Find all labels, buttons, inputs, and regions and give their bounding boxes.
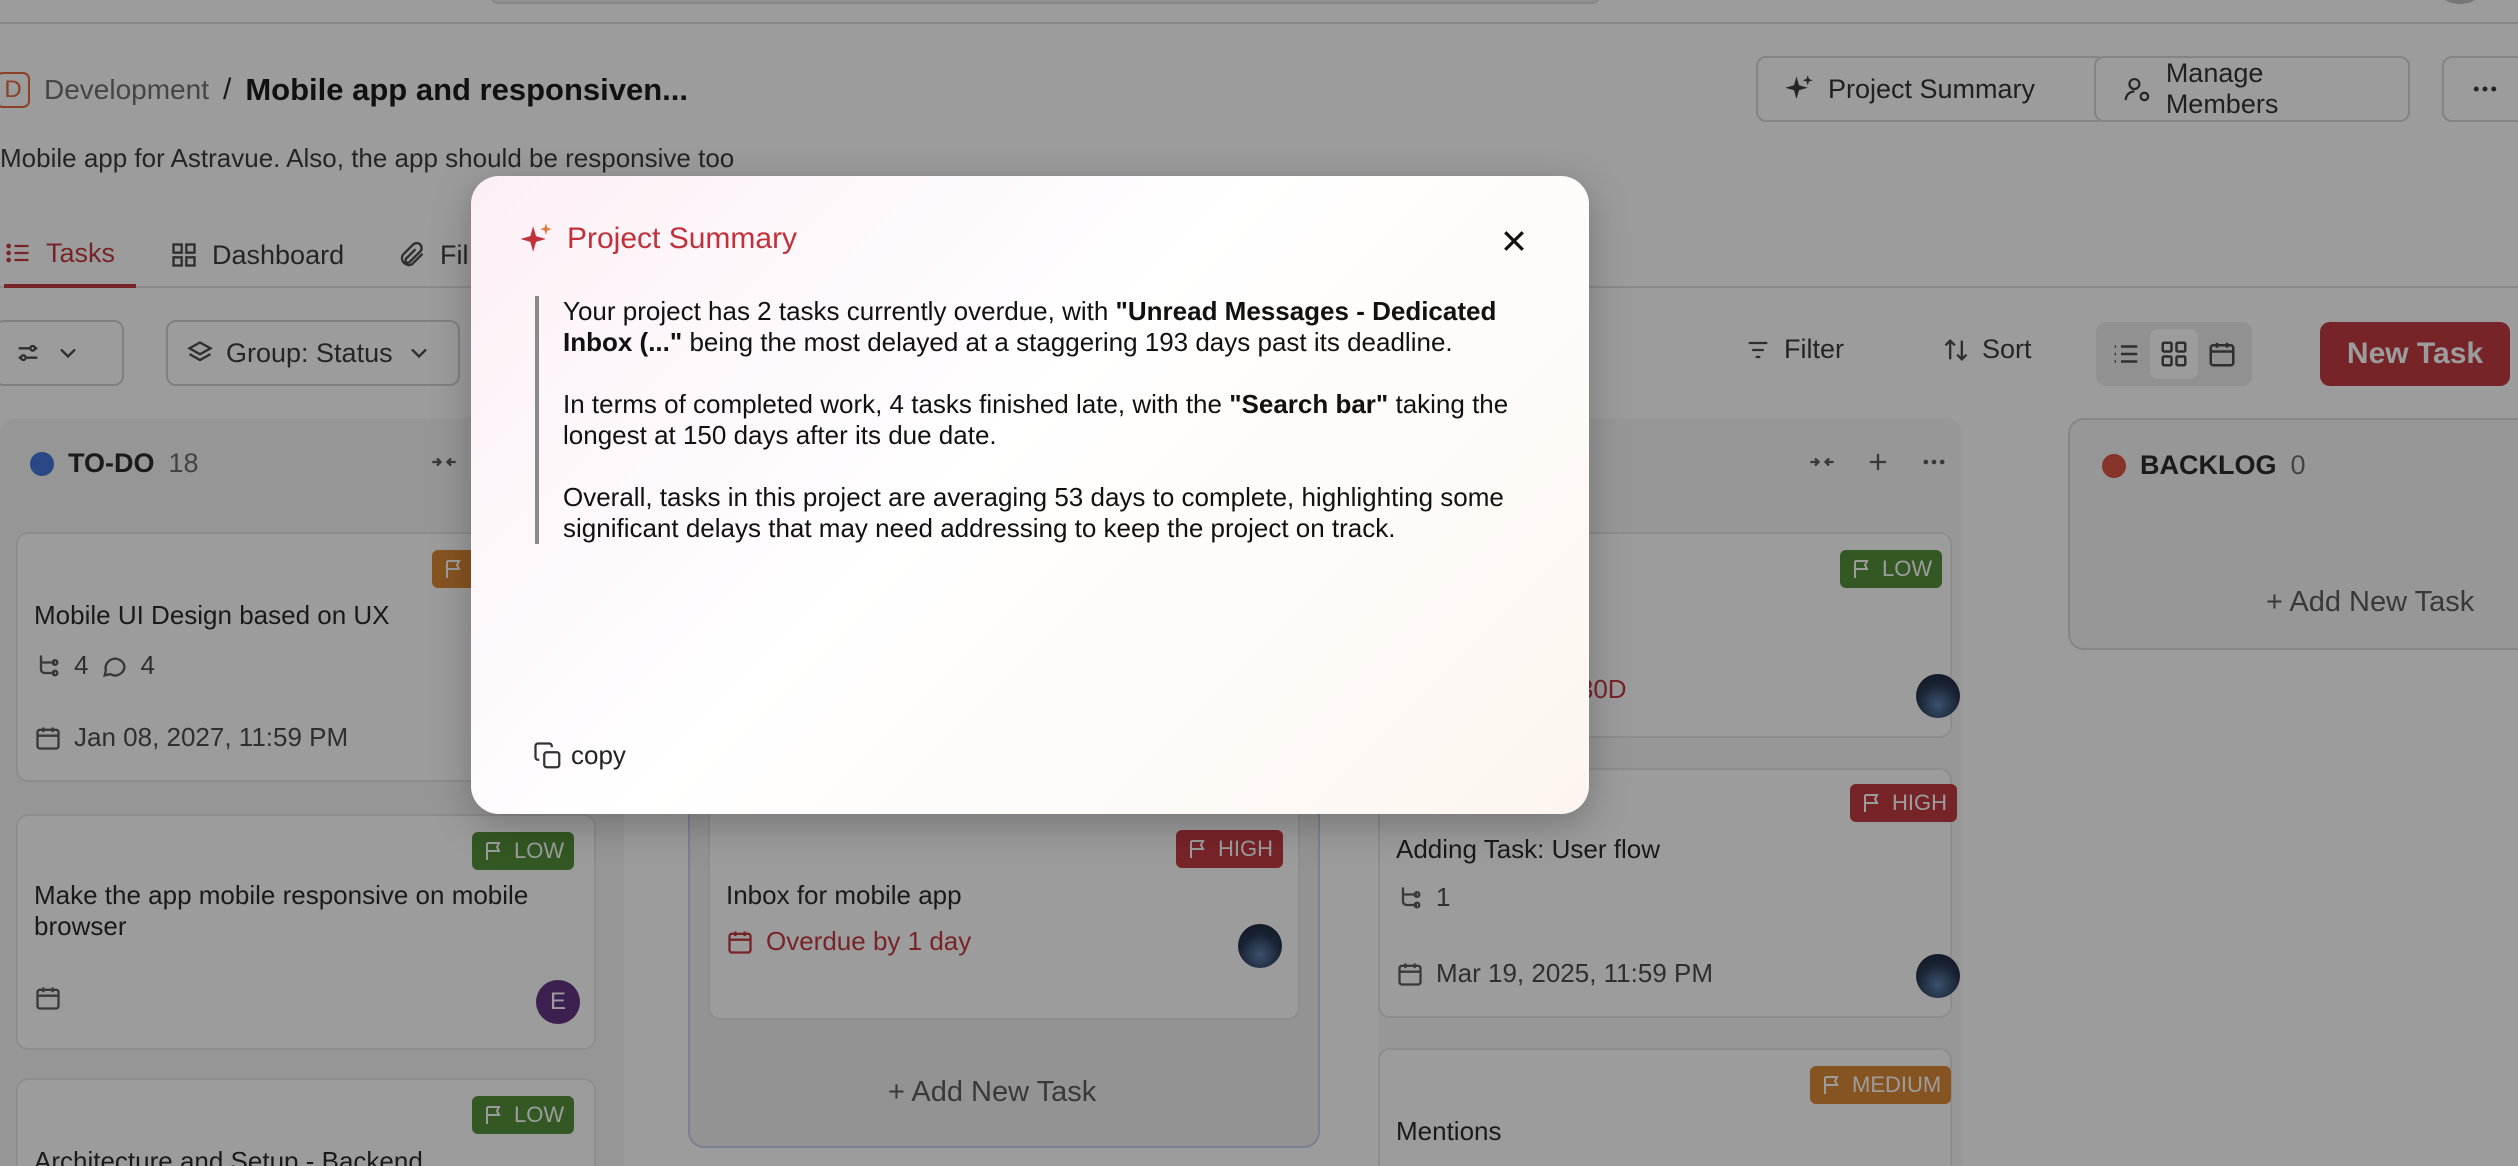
summary-text-span: In terms of completed work, 4 tasks fini… xyxy=(563,389,1230,419)
close-icon xyxy=(1504,231,1524,251)
summary-text: Your project has 2 tasks currently overd… xyxy=(535,296,1535,544)
app-root: D Development / Mobile app and responsiv… xyxy=(0,0,2518,1166)
sparkle-icon xyxy=(520,223,552,252)
copy-icon xyxy=(534,741,561,768)
summary-paragraph: Your project has 2 tasks currently overd… xyxy=(563,296,1535,358)
project-summary-modal: Project Summary Your project has 2 tasks… xyxy=(471,176,1589,814)
summary-paragraph: In terms of completed work, 4 tasks fini… xyxy=(563,389,1535,451)
copy-button[interactable]: copy xyxy=(533,740,626,771)
copy-label: copy xyxy=(571,740,626,770)
close-button[interactable] xyxy=(1495,222,1533,260)
modal-title: Project Summary xyxy=(567,222,798,255)
modal-header: Project Summary xyxy=(519,222,797,256)
summary-paragraph: Overall, tasks in this project are avera… xyxy=(563,482,1504,543)
summary-text-span: being the most delayed at a staggering 1… xyxy=(682,327,1453,357)
summary-text-span: Your project has 2 tasks currently overd… xyxy=(563,296,1116,326)
summary-highlight: "Search bar" xyxy=(1229,389,1389,419)
